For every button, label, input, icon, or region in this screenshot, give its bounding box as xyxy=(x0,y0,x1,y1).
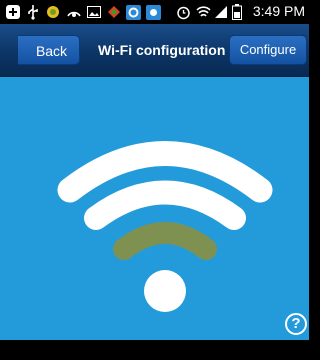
wifi-dot xyxy=(144,270,186,312)
status-bar: 3:49 PM xyxy=(0,0,309,24)
app-icon xyxy=(146,4,161,20)
app-icon xyxy=(46,4,60,20)
app-icon xyxy=(126,4,141,20)
signal-icon xyxy=(214,4,228,20)
image-icon xyxy=(87,4,101,20)
back-button[interactable]: Back xyxy=(18,35,80,65)
wifi-inner-arc xyxy=(113,222,217,260)
network-icon xyxy=(66,4,82,20)
wifi-signal-icon xyxy=(57,141,273,312)
back-button-label: Back xyxy=(35,43,68,59)
configure-button[interactable]: Configure xyxy=(229,35,307,65)
wifi-middle-arc xyxy=(84,180,246,230)
bottom-bar xyxy=(0,340,309,360)
status-time: 3:49 PM xyxy=(252,3,305,19)
battery-icon xyxy=(232,4,242,20)
page-title: Wi-Fi configuration xyxy=(98,42,226,58)
app-icon xyxy=(107,4,121,20)
usb-icon xyxy=(27,4,39,20)
add-icon xyxy=(6,4,20,20)
wifi-panel: ? xyxy=(0,77,309,340)
wifi-icon xyxy=(196,4,211,20)
help-button[interactable]: ? xyxy=(285,313,307,335)
nav-bar: Back Wi-Fi configuration Configure xyxy=(0,24,309,77)
alarm-icon xyxy=(176,4,191,20)
